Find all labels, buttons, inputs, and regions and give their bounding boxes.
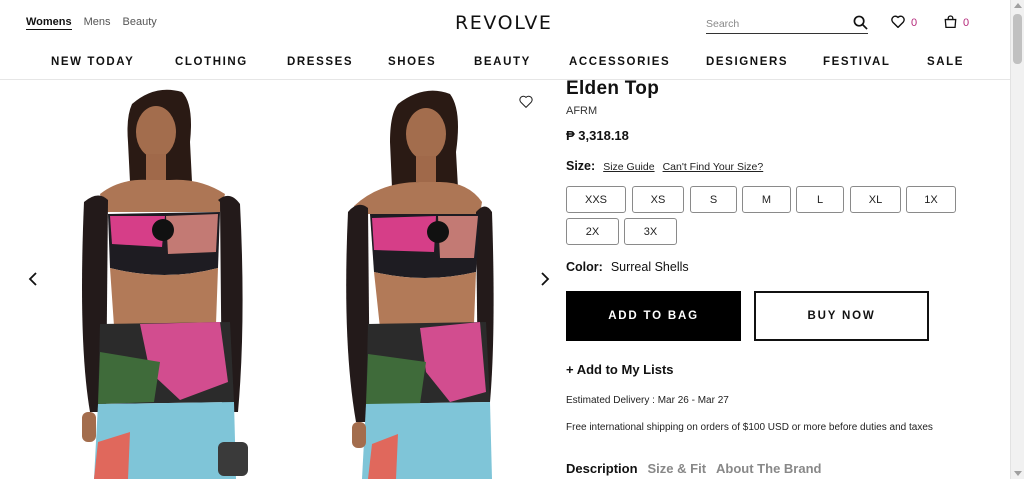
wishlist-count: 0	[911, 17, 918, 29]
search-box	[706, 14, 868, 34]
main-navigation: NEW TODAY CLOTHING DRESSES SHOES BEAUTY …	[0, 52, 1010, 80]
search-input[interactable]	[706, 15, 846, 33]
favorite-button[interactable]	[519, 95, 533, 113]
size-option-l[interactable]: L	[796, 186, 844, 213]
add-to-lists-link[interactable]: + Add to My Lists	[566, 362, 674, 377]
size-option-xxs[interactable]: XXS	[566, 186, 626, 213]
revolve-logo[interactable]: REVOLVE	[455, 12, 553, 34]
bag-count: 0	[963, 17, 970, 29]
nav-new-today[interactable]: NEW TODAY	[51, 56, 134, 68]
search-icon[interactable]	[853, 15, 868, 35]
product-title: Elden Top	[566, 78, 660, 99]
nav-festival[interactable]: FESTIVAL	[823, 56, 891, 68]
product-image-side[interactable]	[340, 82, 560, 479]
heart-icon	[891, 15, 905, 31]
wishlist-link[interactable]: 0	[891, 15, 917, 31]
size-option-xs[interactable]: XS	[632, 186, 684, 213]
nav-designers[interactable]: DESIGNERS	[706, 56, 788, 68]
size-option-m[interactable]: M	[742, 186, 791, 213]
cant-find-size-link[interactable]: Can't Find Your Size?	[663, 161, 764, 173]
page-scrollbar[interactable]	[1010, 0, 1024, 479]
product-brand[interactable]: AFRM	[566, 105, 597, 117]
product-detail-tabs: Description Size & Fit About The Brand	[566, 461, 821, 476]
scroll-down-arrow[interactable]	[1014, 471, 1022, 476]
tab-about-brand[interactable]: About The Brand	[716, 461, 821, 476]
color-label: Color:	[566, 260, 603, 274]
tab-womens[interactable]: Womens	[26, 16, 72, 30]
buy-now-button[interactable]: BUY NOW	[754, 291, 929, 341]
size-label: Size:	[566, 159, 596, 173]
nav-shoes[interactable]: SHOES	[388, 56, 436, 68]
nav-dresses[interactable]: DRESSES	[287, 56, 353, 68]
tab-size-fit[interactable]: Size & Fit	[648, 461, 707, 476]
nav-clothing[interactable]: CLOTHING	[175, 56, 248, 68]
previous-image-arrow[interactable]	[26, 271, 42, 287]
nav-beauty[interactable]: BEAUTY	[474, 56, 531, 68]
chevron-right-icon	[541, 272, 550, 286]
add-to-bag-button[interactable]: ADD TO BAG	[566, 291, 741, 341]
size-option-s[interactable]: S	[690, 186, 737, 213]
nav-sale[interactable]: SALE	[927, 56, 964, 68]
bag-icon	[944, 15, 957, 31]
shopping-bag-link[interactable]: 0	[944, 15, 969, 31]
tab-mens[interactable]: Mens	[84, 16, 111, 30]
color-value: Surreal Shells	[610, 260, 689, 274]
shipping-info: Free international shipping on orders of…	[566, 422, 933, 433]
color-info: Color: Surreal Shells	[566, 260, 689, 274]
nav-accessories[interactable]: ACCESSORIES	[569, 56, 670, 68]
size-header: Size: Size Guide Can't Find Your Size?	[566, 159, 763, 173]
size-option-xl[interactable]: XL	[850, 186, 901, 213]
size-option-3x[interactable]: 3X	[624, 218, 677, 245]
product-price: ₱ 3,318.18	[566, 128, 629, 143]
top-bar: Womens Mens Beauty REVOLVE 0 0	[0, 0, 1010, 46]
size-option-2x[interactable]: 2X	[566, 218, 619, 245]
size-guide-link[interactable]: Size Guide	[603, 161, 654, 173]
size-option-1x[interactable]: 1X	[906, 186, 956, 213]
scroll-up-arrow[interactable]	[1014, 3, 1022, 8]
gender-tabs: Womens Mens Beauty	[26, 16, 157, 30]
scroll-thumb[interactable]	[1013, 14, 1022, 64]
next-image-arrow[interactable]	[536, 271, 552, 287]
product-image-front[interactable]	[70, 82, 290, 479]
tab-beauty[interactable]: Beauty	[123, 16, 157, 30]
heart-outline-icon	[519, 95, 533, 108]
tab-description[interactable]: Description	[566, 461, 638, 476]
estimated-delivery: Estimated Delivery : Mar 26 - Mar 27	[566, 395, 729, 406]
chevron-left-icon	[28, 272, 37, 286]
